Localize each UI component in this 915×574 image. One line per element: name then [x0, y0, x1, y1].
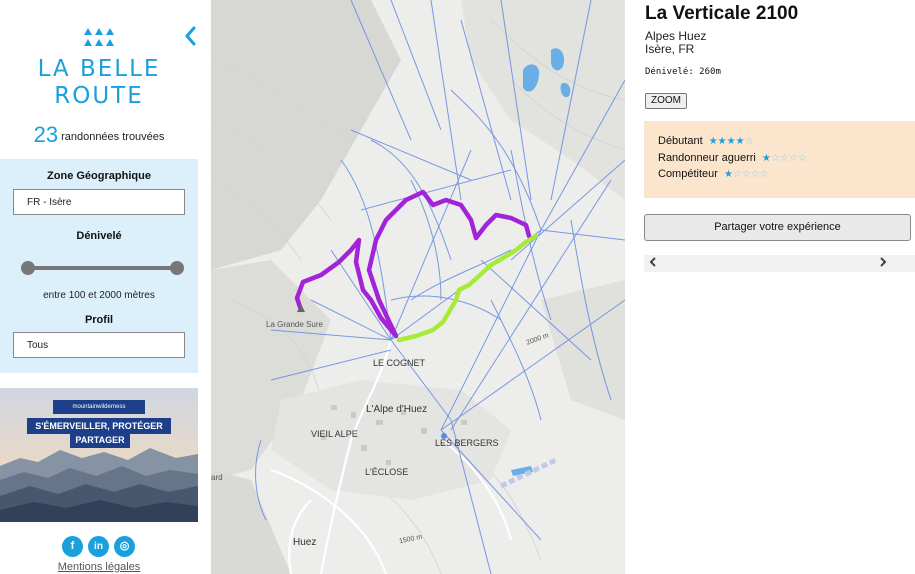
- mountain-wilderness-banner[interactable]: mountainwilderness S'ÉMERVEILLER, PROTÉG…: [0, 388, 198, 522]
- rating-row: Débutant ★★★★☆: [658, 135, 754, 147]
- difficulty-ratings: Débutant ★★★★☆ Randonneur aguerri ★☆☆☆☆ …: [644, 121, 915, 198]
- zoom-button[interactable]: ZOOM: [645, 93, 687, 109]
- banner-slogan: S'ÉMERVEILLER, PROTÉGER: [27, 418, 171, 434]
- rating-row: Randonneur aguerri ★☆☆☆☆: [658, 152, 807, 164]
- elevation-range-text: entre 100 et 2000 mètres: [43, 290, 155, 301]
- slider-max-handle[interactable]: [170, 261, 184, 275]
- brand-name-line2: ROUTE: [54, 83, 144, 109]
- route-detail-panel: La Verticale 2100 Alpes Huez Isère, FR D…: [625, 0, 915, 574]
- rating-label: Débutant: [658, 135, 703, 147]
- social-links: f in ◎: [62, 536, 142, 558]
- slider-track: [28, 266, 177, 270]
- result-count-label: randonnées trouvées: [61, 131, 165, 143]
- map-label-eclose: L'ÉCLOSE: [365, 467, 409, 477]
- banner-share-text: PARTAGER: [70, 433, 130, 448]
- zone-select[interactable]: FR - Isère: [13, 189, 185, 215]
- facebook-icon[interactable]: f: [62, 536, 83, 557]
- map-label-les-bergers: LES BERGERS: [435, 438, 499, 448]
- instagram-icon[interactable]: ◎: [114, 536, 135, 557]
- map-label-vieil-alpe: VIEIL ALPE: [311, 429, 358, 439]
- map-label-ard: ard: [211, 473, 223, 482]
- share-experience-button[interactable]: Partager votre expérience: [644, 214, 911, 241]
- scroll-right-arrow-icon[interactable]: [879, 257, 887, 270]
- route-location-area: Alpes Huez: [645, 29, 707, 43]
- route-elevation: Dénivelé: 260m: [645, 67, 721, 77]
- brand-logo[interactable]: LA BELLE ROUTE: [0, 26, 198, 110]
- mountain-wilderness-logo: mountainwilderness: [53, 400, 145, 414]
- profile-select[interactable]: Tous: [13, 332, 185, 358]
- brand-name-line1: LA BELLE: [37, 56, 161, 82]
- legal-notice-link[interactable]: Mentions légales: [0, 561, 198, 573]
- elevation-range-slider[interactable]: [21, 261, 184, 275]
- filter-panel: Zone Géographique FR - Isère Dénivelé en…: [0, 159, 198, 373]
- horizontal-scrollbar[interactable]: [644, 255, 915, 272]
- map-label-cognet: LE COGNET: [373, 358, 426, 368]
- sidebar: LA BELLE ROUTE 23 randonnées trouvées Zon…: [0, 0, 211, 574]
- star-rating: ★★★★☆: [708, 136, 754, 147]
- map-label-alpe-dhuez: L'Alpe d'Huez: [366, 404, 428, 415]
- route-location-region: Isère, FR: [645, 42, 695, 56]
- route-title: La Verticale 2100: [645, 3, 799, 24]
- slider-min-handle[interactable]: [21, 261, 35, 275]
- linkedin-icon[interactable]: in: [88, 536, 109, 557]
- scroll-left-arrow-icon[interactable]: [649, 257, 657, 270]
- star-rating: ★☆☆☆☆: [723, 169, 769, 180]
- rating-label: Randonneur aguerri: [658, 152, 756, 164]
- topographic-map-canvas: [211, 0, 625, 574]
- mountain-peaks-icon: [84, 28, 114, 46]
- map-label-huez: Huez: [293, 537, 317, 548]
- result-count: 23 randonnées trouvées: [0, 122, 198, 148]
- map-label-grande-sure: La Grande Sure: [266, 320, 323, 329]
- rating-row: Compétiteur ★☆☆☆☆: [658, 168, 769, 180]
- star-rating: ★☆☆☆☆: [761, 153, 807, 164]
- elevation-label: Dénivelé: [76, 230, 122, 242]
- result-count-number: 23: [33, 122, 59, 147]
- route-map[interactable]: La Grande Sure LE COGNET L'Alpe d'Huez V…: [211, 0, 625, 574]
- rating-label: Compétiteur: [658, 168, 718, 180]
- zone-label: Zone Géographique: [47, 170, 151, 182]
- profile-label: Profil: [84, 314, 114, 326]
